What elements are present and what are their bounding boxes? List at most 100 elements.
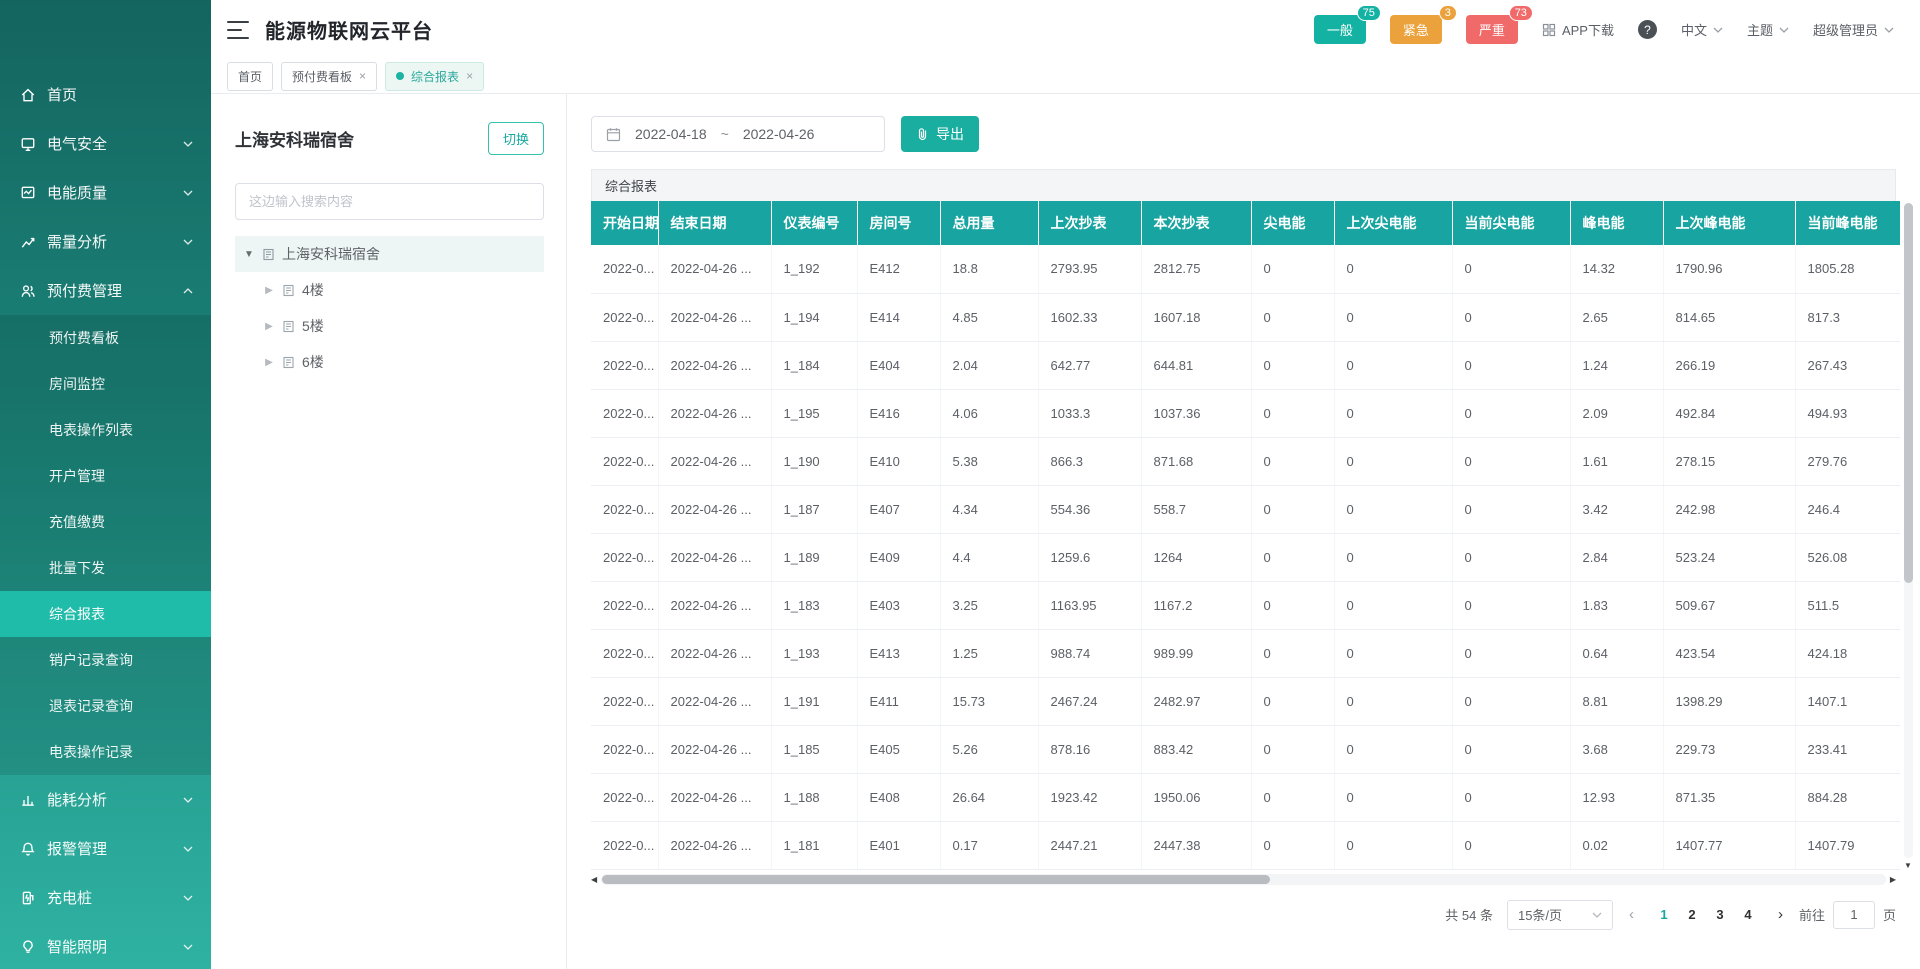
sidebar-item-electrical-safety[interactable]: 电气安全 <box>0 119 211 168</box>
table-row: 2022-0... 2022-04-26 ... 1_183 E403 3.25… <box>591 581 1900 629</box>
goto-page-input[interactable] <box>1833 901 1875 929</box>
export-button[interactable]: 导出 <box>901 116 979 152</box>
theme-label: 主题 <box>1747 20 1773 39</box>
submenu-item-account-opening[interactable]: 开户管理 <box>0 453 211 499</box>
page-number[interactable]: 4 <box>1734 901 1762 929</box>
caret-right-icon[interactable]: ▶ <box>263 357 275 368</box>
report-table: 开始日期结束日期仪表编号房间号总用量上次抄表本次抄表尖电能上次尖电能当前尖电能峰… <box>591 201 1900 870</box>
submenu-item-recharge-payment[interactable]: 充值缴费 <box>0 499 211 545</box>
submenu-item-batch-issue[interactable]: 批量下发 <box>0 545 211 591</box>
alert-badge-severe[interactable]: 严重 73 <box>1466 15 1518 44</box>
page-size-select[interactable]: 15条/页 <box>1507 900 1613 930</box>
cell-start-date: 2022-0... <box>591 293 658 341</box>
cell-current-reading: 1264 <box>1141 533 1251 581</box>
submenu-item-comprehensive-report[interactable]: 综合报表 <box>0 591 211 637</box>
tab-comprehensive-report[interactable]: 综合报表 × <box>385 62 484 91</box>
power-quality-icon <box>20 185 36 201</box>
sidebar-item-smart-lighting[interactable]: 智能照明 <box>0 922 211 969</box>
sidebar-item-label: 能耗分析 <box>47 789 107 810</box>
tab-prepaid-dashboard[interactable]: 预付费看板 × <box>281 62 377 91</box>
submenu-item-account-closure-query[interactable]: 销户记录查询 <box>0 637 211 683</box>
cell-peak-energy: 12.93 <box>1570 773 1663 821</box>
cell-sharp-energy: 0 <box>1251 581 1334 629</box>
cell-room: E405 <box>857 725 940 773</box>
sidebar-item-alarm-management[interactable]: 报警管理 <box>0 824 211 873</box>
tree-search-input[interactable] <box>235 183 544 220</box>
date-start: 2022-04-18 <box>635 126 707 142</box>
alert-count-badge: 75 <box>1357 5 1381 21</box>
column-header: 上次尖电能 <box>1334 201 1452 245</box>
vertical-scrollbar-thumb[interactable] <box>1904 203 1913 583</box>
cell-end-date: 2022-04-26 ... <box>658 629 771 677</box>
switch-site-button[interactable]: 切换 <box>488 122 544 155</box>
scroll-down-icon[interactable]: ▼ <box>1904 861 1912 870</box>
date-range-picker[interactable]: 2022-04-18 ~ 2022-04-26 <box>591 116 885 152</box>
cell-last-sharp-energy: 0 <box>1334 581 1452 629</box>
page-number[interactable]: 2 <box>1678 901 1706 929</box>
chevron-down-icon <box>183 141 193 147</box>
cell-peak-energy: 3.68 <box>1570 725 1663 773</box>
tree-root-node[interactable]: ▼ 上海安科瑞宿舍 <box>235 236 544 272</box>
cell-last-reading: 878.16 <box>1038 725 1141 773</box>
sidebar-item-home[interactable]: 首页 <box>0 70 211 119</box>
help-icon[interactable]: ? <box>1638 20 1657 39</box>
alarm-management-icon <box>20 841 36 857</box>
collapse-menu-icon[interactable] <box>227 21 249 39</box>
cell-current-peak-energy: 884.28 <box>1795 773 1900 821</box>
cell-sharp-energy: 0 <box>1251 437 1334 485</box>
caret-right-icon[interactable]: ▶ <box>263 285 275 296</box>
tab-home[interactable]: 首页 <box>227 62 273 91</box>
language-dropdown[interactable]: 中文 <box>1681 20 1723 39</box>
caret-right-icon[interactable]: ▶ <box>263 321 275 332</box>
horizontal-scrollbar[interactable]: ◀ ▶ <box>591 873 1896 886</box>
alert-badge-urgent[interactable]: 紧急 3 <box>1390 15 1442 44</box>
submenu-item-meter-operation-list[interactable]: 电表操作列表 <box>0 407 211 453</box>
page-number[interactable]: 1 <box>1650 901 1678 929</box>
caret-down-icon[interactable]: ▼ <box>243 249 255 260</box>
vertical-scrollbar[interactable]: ▼ <box>1904 203 1913 858</box>
page-number[interactable]: 3 <box>1706 901 1734 929</box>
close-icon[interactable]: × <box>466 70 473 82</box>
user-dropdown[interactable]: 超级管理员 <box>1813 20 1894 39</box>
horizontal-scrollbar-track[interactable] <box>601 874 1886 885</box>
submenu-item-room-monitoring[interactable]: 房间监控 <box>0 361 211 407</box>
table-header: 开始日期结束日期仪表编号房间号总用量上次抄表本次抄表尖电能上次尖电能当前尖电能峰… <box>591 201 1900 245</box>
cell-current-reading: 1950.06 <box>1141 773 1251 821</box>
cell-current-sharp-energy: 0 <box>1452 677 1570 725</box>
goto-page: 前往 页 <box>1799 901 1896 929</box>
pagination: 共 54 条 15条/页 ‹ 1 2 <box>591 900 1896 940</box>
cell-total-usage: 18.8 <box>940 245 1038 293</box>
cell-peak-energy: 1.24 <box>1570 341 1663 389</box>
sidebar-item-prepaid-management[interactable]: 预付费管理 <box>0 266 211 315</box>
sidebar-item-demand-analysis[interactable]: 需量分析 <box>0 217 211 266</box>
alert-badge-normal[interactable]: 一般 75 <box>1314 15 1366 44</box>
scroll-left-icon[interactable]: ◀ <box>591 875 597 884</box>
submenu-item-meter-operation-record[interactable]: 电表操作记录 <box>0 729 211 775</box>
topbar: 能源物联网云平台 一般 75 紧急 3 严重 73 <box>211 0 1920 59</box>
cell-last-peak-energy: 229.73 <box>1663 725 1795 773</box>
cell-end-date: 2022-04-26 ... <box>658 677 771 725</box>
tree-child-node[interactable]: ▶ 6楼 <box>235 344 544 380</box>
cell-last-peak-energy: 1407.77 <box>1663 821 1795 869</box>
submenu-item-meter-return-query[interactable]: 退表记录查询 <box>0 683 211 729</box>
close-icon[interactable]: × <box>359 70 366 82</box>
theme-dropdown[interactable]: 主题 <box>1747 20 1789 39</box>
app-download-link[interactable]: APP下载 <box>1542 20 1614 39</box>
sidebar-item-charging-pile[interactable]: 充电桩 <box>0 873 211 922</box>
sidebar-item-power-quality[interactable]: 电能质量 <box>0 168 211 217</box>
alert-label: 一般 <box>1327 23 1353 38</box>
table-row: 2022-0... 2022-04-26 ... 1_193 E413 1.25… <box>591 629 1900 677</box>
scroll-right-icon[interactable]: ▶ <box>1890 875 1896 884</box>
sidebar-item-energy-analysis[interactable]: 能耗分析 <box>0 775 211 824</box>
prev-page-icon[interactable]: ‹ <box>1627 906 1636 923</box>
prepaid-submenu: 预付费看板 房间监控 电表操作列表 开户管理 充值缴费 批量下发 综合报表 销户… <box>0 315 211 775</box>
horizontal-scrollbar-thumb[interactable] <box>602 875 1270 884</box>
next-page-icon[interactable]: › <box>1776 906 1785 923</box>
tree-child-node[interactable]: ▶ 4楼 <box>235 272 544 308</box>
tree-child-node[interactable]: ▶ 5楼 <box>235 308 544 344</box>
cell-total-usage: 4.06 <box>940 389 1038 437</box>
cell-total-usage: 4.4 <box>940 533 1038 581</box>
cell-last-peak-energy: 492.84 <box>1663 389 1795 437</box>
submenu-item-prepaid-dashboard[interactable]: 预付费看板 <box>0 315 211 361</box>
cell-peak-energy: 3.42 <box>1570 485 1663 533</box>
